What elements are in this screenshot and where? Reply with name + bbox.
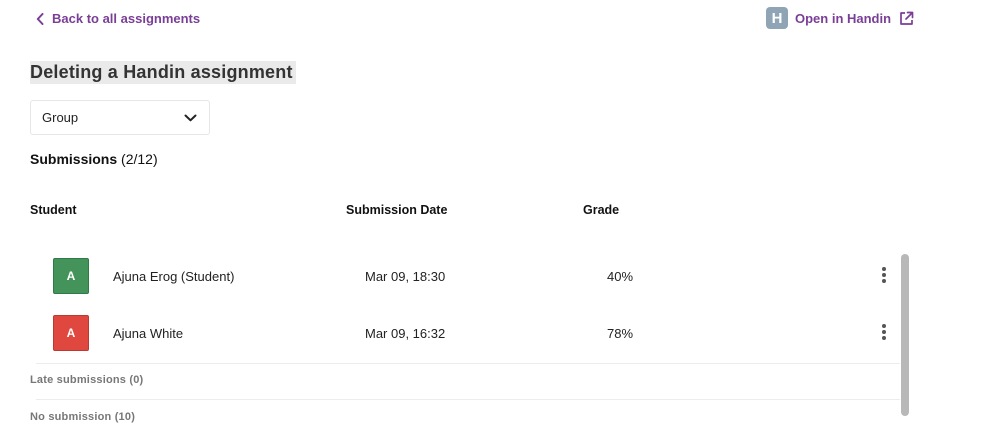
back-link-label: Back to all assignments [52, 11, 201, 26]
student-name: Ajuna Erog (Student) [113, 269, 235, 284]
column-header-submission-date: Submission Date [346, 203, 448, 217]
avatar: A [53, 258, 89, 294]
open-in-handin-label: Open in Handin [795, 10, 892, 26]
external-link-icon [900, 11, 914, 25]
column-header-student: Student [30, 203, 77, 217]
group-dropdown-value: Group [42, 110, 79, 125]
late-submissions-section[interactable]: Late submissions (0) [30, 374, 143, 386]
grade-value: 40% [607, 269, 634, 284]
back-to-assignments-link[interactable]: Back to all assignments [36, 11, 200, 26]
no-submission-section[interactable]: No submission (10) [30, 411, 135, 423]
submissions-label: Submissions [30, 151, 118, 167]
submission-date: Mar 09, 18:30 [365, 269, 446, 284]
chevron-down-icon [184, 114, 197, 121]
more-vertical-icon[interactable] [878, 266, 890, 286]
open-in-handin-link[interactable]: H Open in Handin [766, 7, 914, 29]
chevron-left-icon [36, 12, 44, 25]
group-dropdown[interactable]: Group [30, 100, 210, 135]
list-scrollbar[interactable] [901, 254, 909, 416]
submission-date: Mar 09, 16:32 [365, 326, 446, 341]
more-vertical-icon[interactable] [878, 323, 890, 343]
avatar: A [53, 315, 89, 351]
submissions-list: A Ajuna Erog (Student) Mar 09, 18:30 40%… [30, 252, 900, 366]
divider [36, 363, 900, 364]
table-row[interactable]: A Ajuna White Mar 09, 16:32 78% [30, 309, 900, 366]
handin-logo: H [766, 7, 788, 29]
submissions-heading: Submissions (2/12) [30, 151, 158, 167]
table-row[interactable]: A Ajuna Erog (Student) Mar 09, 18:30 40% [30, 252, 900, 309]
page-title: Deleting a Handin assignment [30, 61, 296, 84]
submissions-count: (2/12) [121, 151, 158, 167]
student-name: Ajuna White [113, 326, 184, 341]
grade-value: 78% [607, 326, 634, 341]
divider [36, 399, 900, 400]
column-header-grade: Grade [583, 203, 620, 217]
